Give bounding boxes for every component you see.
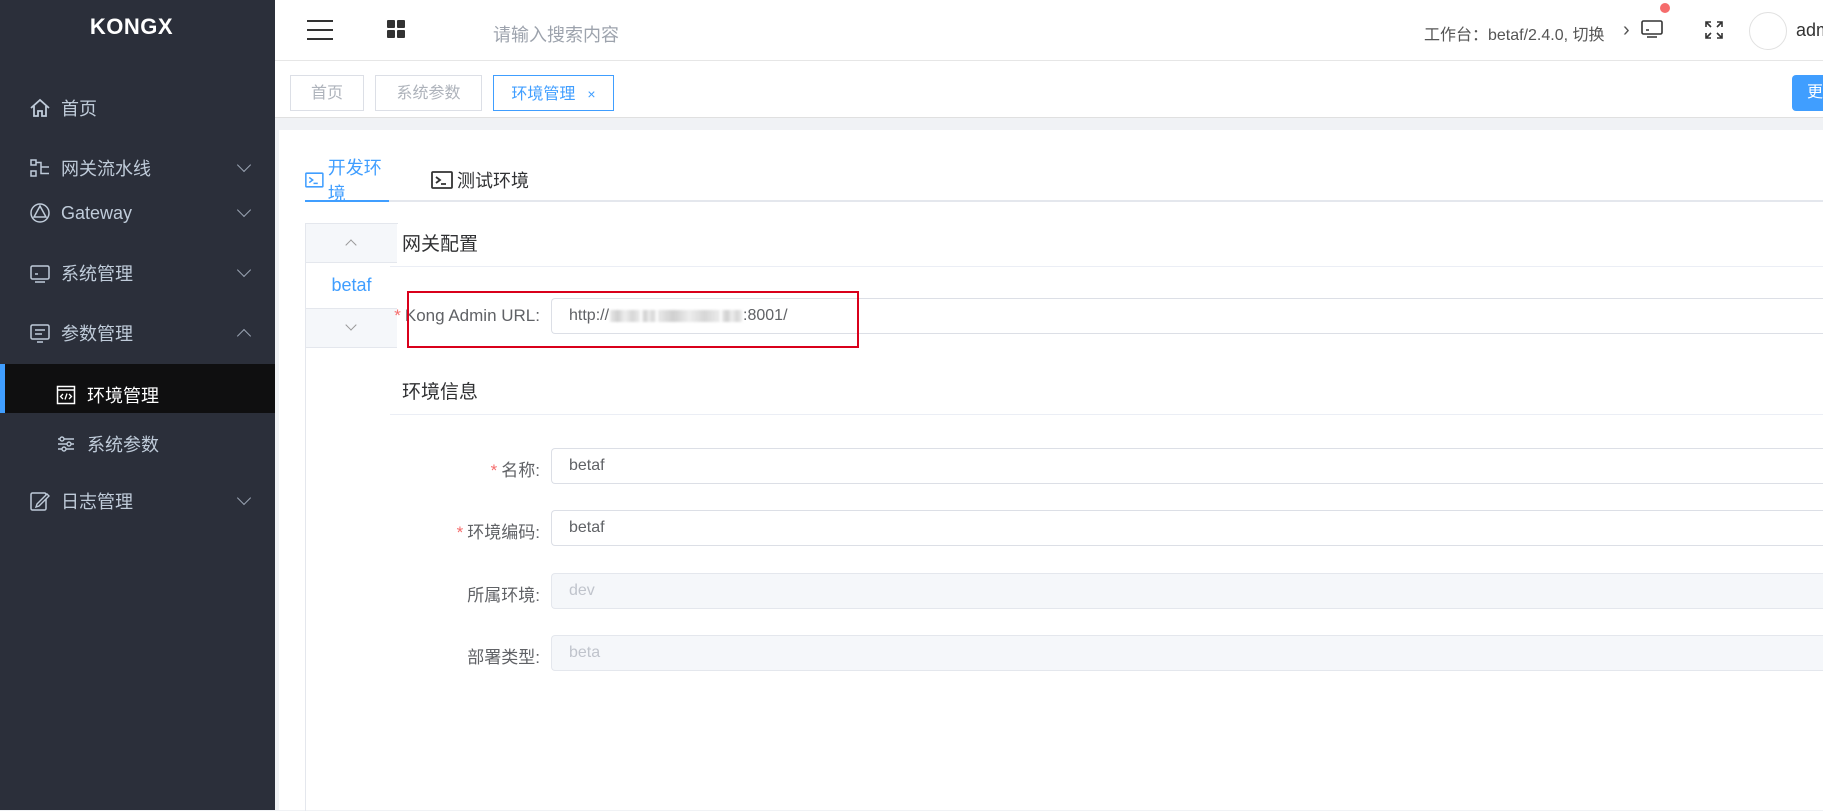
code-window-icon [54, 383, 78, 407]
code-label: 环境编码: [467, 523, 540, 542]
pipeline-icon [28, 156, 52, 180]
tab-test[interactable]: 测试环境 [431, 160, 529, 200]
apps-grid-icon[interactable] [387, 20, 405, 38]
tag-system-params[interactable]: 系统参数 [375, 75, 482, 111]
top-navbar: 工作台：betaf/2.4.0, 切换 › adm [275, 0, 1823, 61]
sidebar-item-label: 参数管理 [61, 324, 133, 344]
search-input[interactable] [491, 18, 855, 52]
tag-env-management[interactable]: 环境管理 × [493, 75, 614, 111]
chevron-up-icon [236, 328, 252, 344]
form-item-deploy: 部署类型: [390, 635, 540, 671]
chevron-down-icon [236, 490, 252, 506]
form-label: 所属环境: [467, 586, 540, 605]
sidebar-item-logs[interactable]: 日志管理 [0, 469, 275, 533]
sidebar-item-label: 环境管理 [87, 386, 159, 406]
env-vertical-list: betaf [305, 223, 398, 811]
tab-dev[interactable]: 开发环境 [305, 158, 389, 204]
sidebar-item-params[interactable]: 参数管理 [0, 301, 275, 365]
sidebar: KONGX 首页 网关流水线 Gateway 系统管理 参数管理 环境管理 系统… [0, 0, 275, 810]
sliders-icon [54, 432, 78, 456]
section-title-gateway: 网关配置 [402, 234, 479, 255]
belong-env-input: dev [551, 573, 1823, 609]
home-icon [28, 96, 52, 120]
scroll-down-button[interactable] [306, 308, 397, 348]
tag-home[interactable]: 首页 [290, 75, 364, 111]
name-input[interactable]: betaf [551, 448, 1823, 484]
chevron-down-icon [236, 157, 252, 173]
sidebar-item-home[interactable]: 首页 [0, 76, 275, 140]
chevron-up-icon [345, 239, 357, 251]
workspace-switcher[interactable]: 工作台：betaf/2.4.0, 切换 [1424, 21, 1605, 45]
update-button[interactable]: 更 [1792, 75, 1823, 111]
form-label: * 环境编码: [456, 523, 540, 542]
monitor-icon [28, 261, 52, 285]
terminal-icon [305, 172, 324, 188]
tab-label: 测试环境 [457, 171, 529, 191]
env-tabs: 开发环境 测试环境 [305, 158, 1823, 204]
sidebar-item-gateway[interactable]: Gateway [0, 181, 275, 245]
chevron-right-icon[interactable]: › [1623, 20, 1630, 40]
notification-dot [1660, 3, 1670, 13]
form-label: 部署类型: [467, 648, 540, 667]
divider [390, 414, 1823, 415]
section-title-env-info: 环境信息 [402, 382, 479, 403]
sidebar-item-label: 系统管理 [61, 264, 133, 284]
sidebar-item-label: 首页 [61, 99, 97, 119]
gateway-icon [28, 201, 52, 225]
tags-view: 首页 系统参数 环境管理 × 更 [275, 61, 1823, 118]
avatar[interactable] [1749, 12, 1787, 50]
sidebar-item-system[interactable]: 系统管理 [0, 241, 275, 305]
form-label: * 名称: [490, 461, 540, 480]
scroll-up-button[interactable] [306, 224, 397, 263]
fullscreen-icon[interactable] [1703, 19, 1725, 41]
form-item-name: * 名称: [390, 448, 540, 484]
tag-label: 环境管理 [511, 86, 576, 103]
user-name[interactable]: adm [1796, 20, 1823, 41]
chevron-down-icon [236, 202, 252, 218]
sidebar-item-label: 日志管理 [61, 492, 133, 512]
app-logo: KONGX [89, 14, 174, 39]
sidebar-subitem-system-params[interactable]: 系统参数 [0, 413, 275, 475]
terminal-icon [431, 171, 453, 189]
deploy-type-input: beta [551, 635, 1823, 671]
divider [390, 266, 1823, 267]
close-icon[interactable]: × [587, 86, 595, 102]
params-icon [28, 321, 52, 345]
highlight-box [407, 291, 859, 348]
tab-label: 开发环境 [327, 158, 382, 204]
form-item-env: 所属环境: [390, 573, 540, 609]
menu-toggle-icon[interactable] [307, 20, 333, 40]
chevron-down-icon [345, 319, 357, 331]
name-label: 名称: [501, 461, 540, 480]
screen-icon[interactable] [1640, 19, 1664, 39]
form-item-code: * 环境编码: [390, 510, 540, 546]
sidebar-item-label: Gateway [61, 202, 133, 223]
env-list-item[interactable]: betaf [306, 262, 397, 308]
sidebar-item-label: 系统参数 [87, 435, 159, 455]
chevron-down-icon [236, 262, 252, 278]
sidebar-item-label: 网关流水线 [61, 159, 151, 179]
edit-log-icon [28, 489, 52, 513]
env-code-input[interactable]: betaf [551, 510, 1823, 546]
